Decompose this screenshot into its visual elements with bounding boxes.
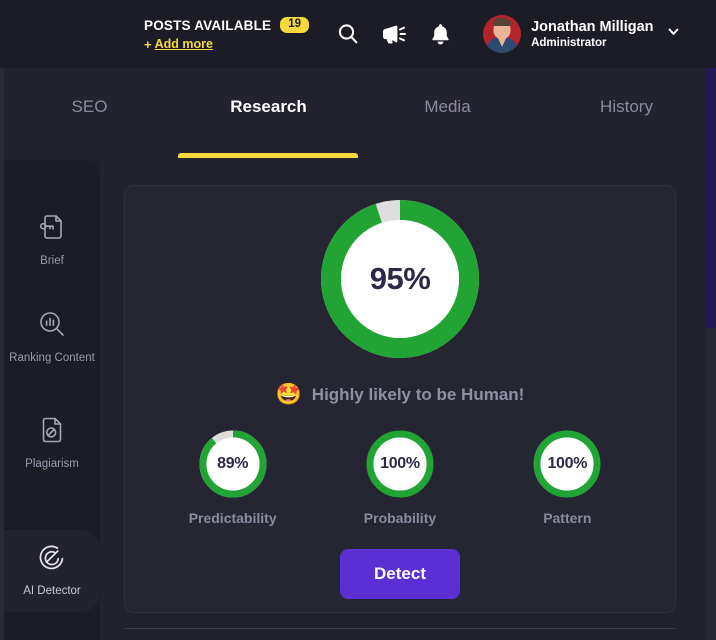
ai-detector-card: 95% 🤩 Highly likely to be Human! 89% Pre… <box>124 185 676 613</box>
sidebar-item-label: Brief <box>40 255 64 267</box>
tabs-strip: SEO Research Media History <box>0 68 716 160</box>
verdict-row: 🤩 Highly likely to be Human! <box>125 384 675 405</box>
tab-media[interactable]: Media <box>358 68 537 160</box>
metric-pattern: 100% Pattern <box>497 428 637 526</box>
posts-available-badge: 19 <box>280 16 310 34</box>
megaphone-icon[interactable] <box>379 19 409 49</box>
metric-predictability: 89% Predictability <box>163 428 303 526</box>
chevron-down-icon[interactable] <box>666 24 681 44</box>
pattern-value: 100% <box>547 455 588 472</box>
metric-gauges-row: 89% Predictability 100% Probability 100%… <box>125 428 675 526</box>
document-blocked-icon <box>37 415 67 450</box>
probability-label: Probability <box>363 510 437 526</box>
avatar <box>483 15 522 53</box>
search-icon[interactable] <box>333 19 363 49</box>
overall-score-gauge: 95% <box>320 199 480 359</box>
sidebar-item-label: Ranking Content <box>9 352 95 364</box>
sidebar-item-ranking-content[interactable]: Ranking Content <box>4 297 100 379</box>
bottom-divider <box>124 628 676 629</box>
bell-icon[interactable] <box>425 19 455 49</box>
sidebar-bottom-panel <box>4 620 100 640</box>
user-role: Administrator <box>531 37 607 49</box>
sidebar-item-brief[interactable]: Brief <box>4 200 100 282</box>
user-name: Jonathan Milligan <box>531 19 654 35</box>
chart-magnifier-icon <box>37 309 67 344</box>
detect-button[interactable]: Detect <box>340 549 460 599</box>
pattern-label: Pattern <box>543 510 592 526</box>
pattern-gauge: 100% <box>531 428 603 500</box>
posts-available-row: POSTS AVAILABLE 19 <box>144 16 310 34</box>
app-root: POSTS AVAILABLE 19 + Add more Jonathan M… <box>0 0 716 640</box>
posts-available-label: POSTS AVAILABLE <box>144 17 272 33</box>
add-more-label: Add more <box>154 37 213 52</box>
ai-spiral-icon <box>37 542 67 577</box>
document-key-icon <box>37 212 67 247</box>
overall-score-value: 95% <box>369 261 431 296</box>
vertical-scrollbar-thumb[interactable] <box>706 68 716 328</box>
scrollbar-top-cap <box>706 0 716 68</box>
detect-button-wrapper: Detect <box>125 549 675 599</box>
content-area: 95% 🤩 Highly likely to be Human! 89% Pre… <box>100 160 712 640</box>
tabs-row: SEO Research Media History <box>0 68 716 160</box>
predictability-label: Predictability <box>188 510 277 526</box>
tab-history[interactable]: History <box>537 68 716 160</box>
avatar-hair <box>493 18 512 26</box>
sidebar-item-ai-detector[interactable]: AI Detector <box>4 530 100 612</box>
active-tab-underline <box>178 153 358 158</box>
tab-seo[interactable]: SEO <box>0 68 179 160</box>
probability-value: 100% <box>380 455 420 472</box>
sidebar-item-label: AI Detector <box>23 585 81 597</box>
sidebar-item-label: Plagiarism <box>25 458 79 470</box>
left-rail-top-cap <box>0 0 4 68</box>
posts-available-block: POSTS AVAILABLE 19 + Add more <box>144 16 310 51</box>
left-rail <box>0 0 4 640</box>
sidebar-item-plagiarism[interactable]: Plagiarism <box>4 403 100 485</box>
top-header: POSTS AVAILABLE 19 + Add more Jonathan M… <box>0 0 716 68</box>
predictability-value: 89% <box>217 455 249 472</box>
verdict-text: Highly likely to be Human! <box>311 384 525 404</box>
add-more-link[interactable]: + Add more <box>144 37 309 51</box>
user-menu[interactable]: Jonathan Milligan Administrator <box>483 15 680 53</box>
metric-probability: 100% Probability <box>330 428 470 526</box>
left-sidebar: Brief Ranking Content Plagiarism AI Dete… <box>4 160 100 640</box>
tab-research[interactable]: Research <box>179 68 358 160</box>
predictability-gauge: 89% <box>197 428 269 500</box>
probability-gauge: 100% <box>364 428 436 500</box>
plus-icon: + <box>144 36 152 52</box>
star-struck-emoji-icon: 🤩 <box>275 383 302 406</box>
